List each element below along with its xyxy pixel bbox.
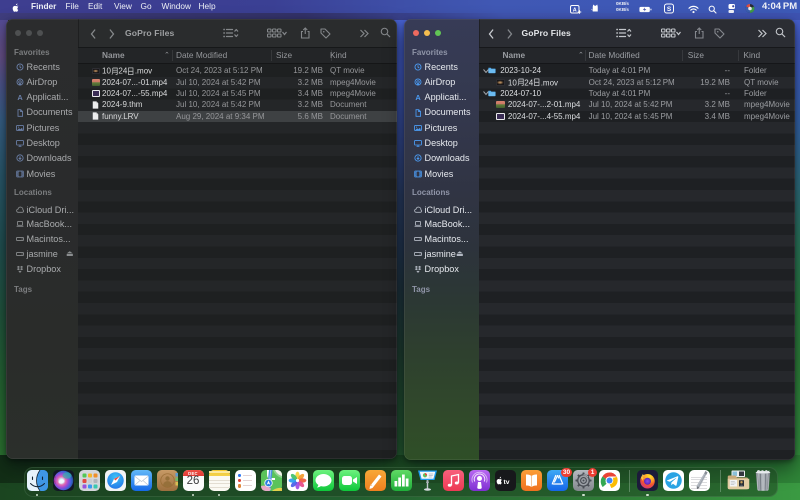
svg-text:A: A — [573, 7, 577, 13]
svg-text:tv: tv — [503, 479, 509, 486]
svg-text:A: A — [415, 93, 421, 101]
svg-text:S: S — [667, 6, 672, 13]
svg-text:A: A — [17, 93, 23, 101]
